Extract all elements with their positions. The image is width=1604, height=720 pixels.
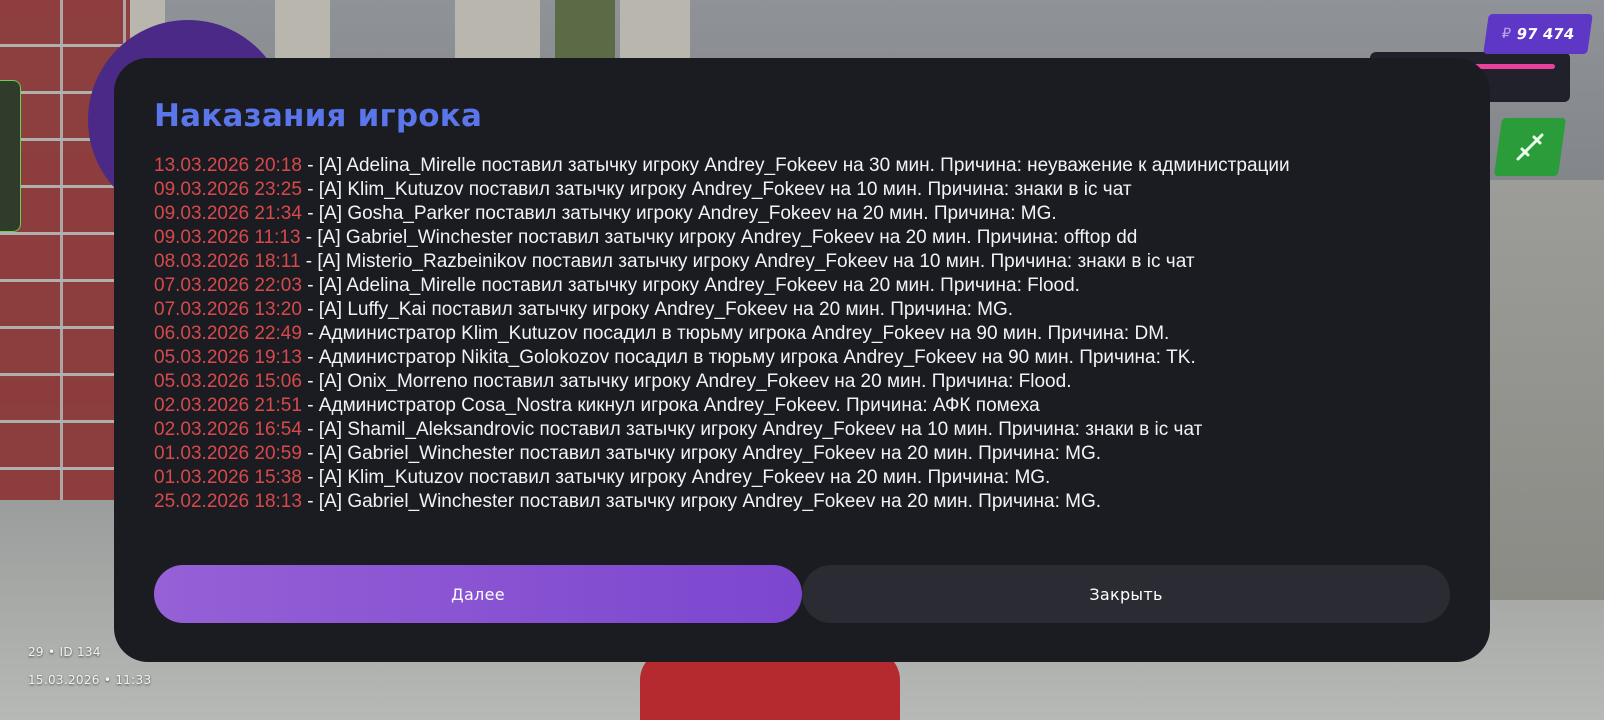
log-entry-date: 05.03.2026 19:13 xyxy=(154,347,302,368)
log-entry-date: 07.03.2026 13:20 xyxy=(154,299,302,320)
log-entry-date: 01.03.2026 15:38 xyxy=(154,467,302,488)
log-entry: 25.02.2026 18:13 - [A] Gabriel_Wincheste… xyxy=(154,490,1450,514)
punishment-log: 13.03.2026 20:18 - [A] Adelina_Mirelle п… xyxy=(154,154,1450,514)
ruble-icon: ₽ xyxy=(1500,26,1512,42)
log-entry: 13.03.2026 20:18 - [A] Adelina_Mirelle п… xyxy=(154,154,1450,178)
log-entry-text: - [A] Adelina_Mirelle поставил затычку и… xyxy=(301,275,1080,296)
dialog-actions: Далее Закрыть xyxy=(154,565,1450,623)
game-scene: ₽ 97 474 29 • ID 134 15.03.2026 • 11:33 … xyxy=(0,0,1604,720)
log-entry-text: - [A] Gabriel_Winchester поставил затычк… xyxy=(301,491,1102,512)
log-entry: 08.03.2026 18:11 - [A] Misterio_Razbeini… xyxy=(154,250,1450,274)
log-entry-date: 06.03.2026 22:49 xyxy=(154,323,302,344)
datetime-label: 15.03.2026 • 11:33 xyxy=(28,673,152,687)
punishments-dialog: Наказания игрока 13.03.2026 20:18 - [A] … xyxy=(114,58,1490,662)
log-entry: 07.03.2026 22:03 - [A] Adelina_Mirelle п… xyxy=(154,274,1450,298)
log-entry-text: - Администратор Nikita_Golokozov посадил… xyxy=(301,347,1196,368)
log-entry-date: 13.03.2026 20:18 xyxy=(154,155,302,176)
dialog-title: Наказания игрока xyxy=(154,98,483,134)
log-entry-text: - [A] Klim_Kutuzov поставил затычку игро… xyxy=(301,467,1051,488)
log-entry: 06.03.2026 22:49 - Администратор Klim_Ku… xyxy=(154,322,1450,346)
close-button[interactable]: Закрыть xyxy=(802,565,1450,623)
log-entry-date: 02.03.2026 16:54 xyxy=(154,419,302,440)
log-entry-date: 08.03.2026 18:11 xyxy=(154,251,301,272)
log-entry-text: - [A] Gosha_Parker поставил затычку игро… xyxy=(301,203,1057,224)
log-entry-date: 09.03.2026 23:25 xyxy=(154,179,302,200)
log-entry: 02.03.2026 21:51 - Администратор Cosa_No… xyxy=(154,394,1450,418)
log-entry-text: - [A] Misterio_Razbeinikov поставил заты… xyxy=(300,251,1195,272)
log-entry-date: 25.02.2026 18:13 xyxy=(154,491,302,512)
log-entry-date: 09.03.2026 11:13 xyxy=(154,227,301,248)
weapon-slot[interactable] xyxy=(1493,118,1567,176)
log-entry-date: 05.03.2026 15:06 xyxy=(154,371,302,392)
background-sign xyxy=(0,80,21,232)
log-entry: 07.03.2026 13:20 - [A] Luffy_Kai постави… xyxy=(154,298,1450,322)
log-entry-date: 07.03.2026 22:03 xyxy=(154,275,302,296)
log-entry: 01.03.2026 20:59 - [A] Gabriel_Wincheste… xyxy=(154,442,1450,466)
log-entry-date: 01.03.2026 20:59 xyxy=(154,443,302,464)
next-button[interactable]: Далее xyxy=(154,565,802,623)
log-entry-text: - [A] Gabriel_Winchester поставил затычк… xyxy=(300,227,1138,248)
log-entry-date: 02.03.2026 21:51 xyxy=(154,395,302,416)
log-entry: 05.03.2026 19:13 - Администратор Nikita_… xyxy=(154,346,1450,370)
log-entry-text: - Администратор Cosa_Nostra кикнул игрок… xyxy=(301,395,1040,416)
money-amount: 97 474 xyxy=(1515,25,1576,43)
log-entry: 09.03.2026 21:34 - [A] Gosha_Parker пост… xyxy=(154,202,1450,226)
log-entry: 09.03.2026 23:25 - [A] Klim_Kutuzov пост… xyxy=(154,178,1450,202)
log-entry-text: - [A] Shamil_Aleksandrovic поставил заты… xyxy=(301,419,1203,440)
log-entry: 02.03.2026 16:54 - [A] Shamil_Aleksandro… xyxy=(154,418,1450,442)
log-entry-text: - [A] Gabriel_Winchester поставил затычк… xyxy=(301,443,1102,464)
log-entry: 01.03.2026 15:38 - [A] Klim_Kutuzov пост… xyxy=(154,466,1450,490)
rifle-icon xyxy=(1516,133,1544,161)
log-entry-date: 09.03.2026 21:34 xyxy=(154,203,302,224)
log-entry-text: - Администратор Klim_Kutuzov посадил в т… xyxy=(301,323,1170,344)
log-entry: 05.03.2026 15:06 - [A] Onix_Morreno пост… xyxy=(154,370,1450,394)
log-entry-text: - [A] Onix_Morreno поставил затычку игро… xyxy=(301,371,1072,392)
log-entry-text: - [A] Klim_Kutuzov поставил затычку игро… xyxy=(301,179,1132,200)
log-entry: 09.03.2026 11:13 - [A] Gabriel_Wincheste… xyxy=(154,226,1450,250)
log-entry-text: - [A] Adelina_Mirelle поставил затычку и… xyxy=(301,155,1290,176)
player-id-label: 29 • ID 134 xyxy=(28,645,101,659)
log-entry-text: - [A] Luffy_Kai поставил затычку игроку … xyxy=(301,299,1014,320)
money-badge: ₽ 97 474 xyxy=(1483,14,1593,54)
